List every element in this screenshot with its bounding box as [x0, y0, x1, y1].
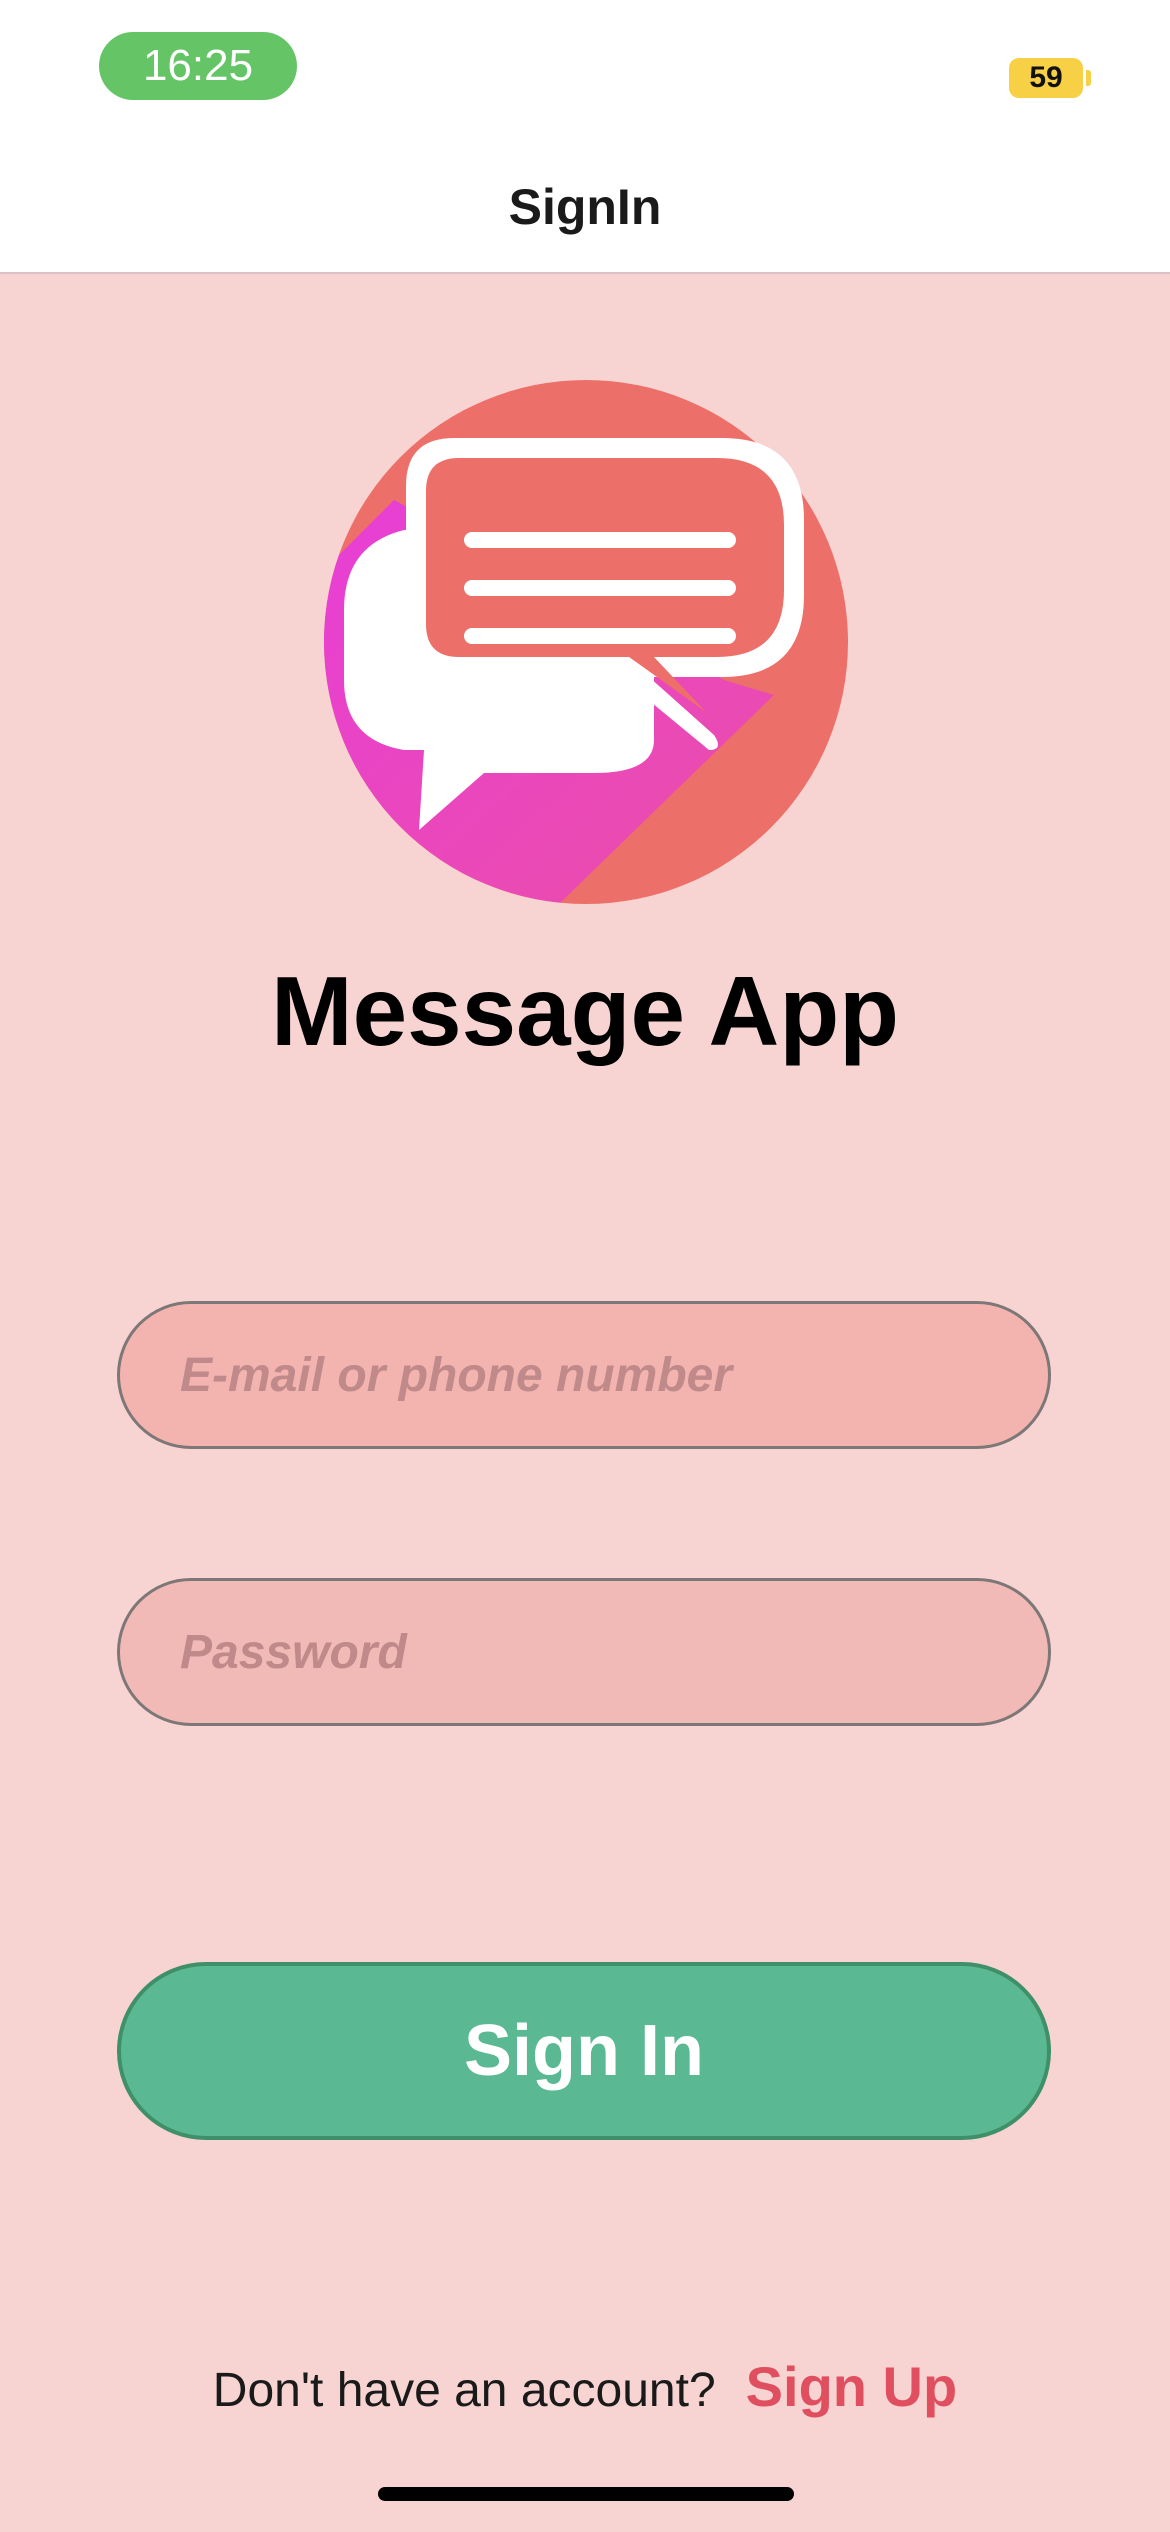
chat-bubbles-icon	[324, 380, 848, 904]
home-indicator[interactable]	[378, 2487, 794, 2501]
signup-question: Don't have an account?	[212, 2364, 716, 2417]
sign-in-button[interactable]: Sign In	[117, 1962, 1051, 2140]
navigation-bar: SignIn	[0, 140, 1170, 274]
battery-tip	[1086, 70, 1091, 86]
status-time: 16:25	[99, 32, 297, 100]
email-field[interactable]	[117, 1301, 1051, 1449]
battery-indicator: 59	[1009, 58, 1083, 98]
page-title: SignIn	[508, 179, 662, 235]
status-bar: 16:25 59	[0, 0, 1170, 140]
sign-up-link[interactable]: Sign Up	[746, 2355, 958, 2418]
app-name: Message App	[270, 956, 900, 1066]
password-field[interactable]	[117, 1578, 1051, 1726]
signup-prompt: Don't have an account? Sign Up	[0, 2354, 1170, 2419]
